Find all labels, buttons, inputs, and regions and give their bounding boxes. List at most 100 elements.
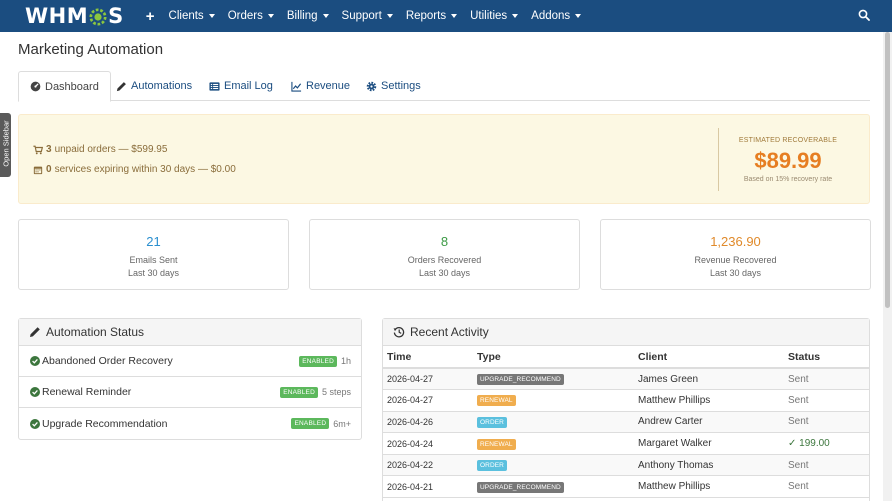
- activity-time: 2026-04-22: [383, 454, 473, 477]
- nav-item-addons[interactable]: Addons: [531, 10, 582, 22]
- add-new-button[interactable]: +: [146, 8, 155, 25]
- stat-period: Last 30 days: [418, 268, 471, 278]
- nav-item-label: Utilities: [470, 10, 508, 22]
- check-circle-icon: [30, 418, 40, 429]
- pencil-icon: [30, 327, 40, 337]
- table-row[interactable]: 2026-04-21 UPGRADE_RECOMMEND Matthew Phi…: [383, 475, 869, 499]
- column-header-time[interactable]: Time: [383, 347, 473, 369]
- logo-text-right: S: [108, 4, 124, 28]
- activity-time: 2026-04-27: [383, 368, 473, 391]
- activity-client: Anthony Thomas: [634, 454, 784, 477]
- automation-timing: 1h: [340, 356, 351, 366]
- column-header-type[interactable]: Type: [473, 347, 634, 369]
- panel-title: Automation Status: [46, 325, 145, 339]
- caret-down-icon: [512, 14, 519, 18]
- recent-activity-table: Time Type Client Status 2026-04-27 UPGRA…: [383, 347, 869, 499]
- module-tabs: Dashboard Automations Email Log Revenue …: [18, 71, 870, 102]
- table-row[interactable]: 2026-04-27 UPGRADE_RECOMMEND James Green…: [383, 368, 869, 391]
- tab-label: Settings: [381, 80, 421, 92]
- gear-icon: [366, 81, 377, 91]
- activity-client: Andrew Carter: [634, 411, 784, 434]
- tab-label: Dashboard: [45, 80, 99, 93]
- tab-automations[interactable]: Automations: [105, 71, 203, 101]
- table-row[interactable]: 2026-04-22 ORDER Anthony Thomas Sent: [383, 454, 869, 477]
- stat-value: 1,236.90: [710, 234, 761, 249]
- table-row[interactable]: 2026-04-26 ORDER Andrew Carter Sent: [383, 411, 869, 434]
- caret-down-icon: [575, 14, 582, 18]
- automation-timing: 6m+: [333, 418, 351, 429]
- activity-client: Matthew Phillips: [634, 475, 784, 499]
- automation-meta: ENABLED 6m+: [291, 418, 351, 429]
- stat-label: Revenue Recovered: [694, 255, 777, 265]
- stat-revenue-recovered: 1,236.90 Revenue Recovered Last 30 days: [600, 219, 871, 290]
- open-sidebar-tab[interactable]: Open Sidebar: [0, 113, 11, 177]
- activity-status: Sent: [784, 475, 869, 499]
- nav-item-orders[interactable]: Orders: [228, 10, 274, 22]
- tab-label: Automations: [131, 80, 193, 92]
- activity-time: 2026-04-21: [383, 475, 473, 499]
- automation-row-abandoned-order[interactable]: Abandoned Order Recovery ENABLED 1h: [19, 346, 362, 377]
- list-icon: [209, 81, 220, 91]
- activity-client: Matthew Phillips: [634, 389, 784, 412]
- nav-item-clients[interactable]: Clients: [169, 10, 215, 22]
- enabled-badge: ENABLED: [280, 386, 318, 398]
- table-header-row: Time Type Client Status: [383, 347, 869, 369]
- tab-revenue[interactable]: Revenue: [280, 71, 361, 101]
- column-header-client[interactable]: Client: [634, 347, 784, 369]
- nav-item-label: Addons: [531, 10, 571, 22]
- line-chart-icon: [291, 81, 302, 92]
- expiring-count: 0: [46, 164, 52, 175]
- search-icon[interactable]: [858, 9, 870, 21]
- nav-item-utilities[interactable]: Utilities: [470, 10, 519, 22]
- panel-header: Automation Status: [19, 319, 361, 346]
- automation-timing: 5 steps: [321, 387, 351, 397]
- logo-gear-icon: [89, 7, 107, 26]
- table-row[interactable]: 2026-04-27 RENEWAL Matthew Phillips Sent: [383, 389, 869, 412]
- whmcs-logo[interactable]: WHM S: [25, 0, 124, 32]
- activity-time: 2026-04-26: [383, 411, 473, 434]
- estimate-value: $89.99: [754, 148, 822, 173]
- nav-item-reports[interactable]: Reports: [406, 10, 458, 22]
- type-badge: ORDER: [477, 416, 507, 428]
- automation-name: Abandoned Order Recovery: [42, 355, 173, 367]
- automation-row-upgrade-recommendation[interactable]: Upgrade Recommendation ENABLED 6m+: [19, 408, 362, 439]
- tab-settings[interactable]: Settings: [355, 71, 432, 101]
- caret-down-icon: [322, 14, 329, 18]
- scrollbar-thumb[interactable]: [885, 32, 890, 308]
- tab-label: Revenue: [306, 80, 351, 92]
- column-header-status[interactable]: Status: [784, 347, 869, 369]
- caret-down-icon: [208, 14, 215, 18]
- estimated-recoverable: ESTIMATED RECOVERABLE $89.99 Based on 15…: [718, 128, 857, 191]
- activity-client: Margaret Walker: [634, 432, 784, 455]
- activity-client: James Green: [634, 368, 784, 391]
- vertical-scrollbar[interactable]: [883, 32, 892, 501]
- panel-header: Recent Activity: [383, 319, 869, 346]
- automation-name: Upgrade Recommendation: [42, 417, 168, 430]
- tab-label: Email Log: [224, 80, 273, 92]
- stat-label: Orders Recovered: [407, 255, 482, 265]
- nav-item-support[interactable]: Support: [342, 10, 393, 22]
- activity-status: Sent: [784, 411, 869, 434]
- check-circle-icon: [30, 356, 40, 366]
- activity-time: 2026-04-24: [383, 432, 473, 455]
- type-badge: UPGRADE_RECOMMEND: [477, 374, 564, 386]
- tab-email-log[interactable]: Email Log: [198, 71, 284, 101]
- tab-dashboard[interactable]: Dashboard: [18, 71, 111, 102]
- unpaid-count: 3: [46, 144, 52, 155]
- enabled-badge: ENABLED: [291, 418, 330, 429]
- open-sidebar-label: Open Sidebar: [1, 120, 11, 167]
- recovery-alert: 3 unpaid orders — $599.95 0 services exp…: [18, 114, 870, 204]
- panel-title: Recent Activity: [410, 325, 489, 339]
- activity-status: Sent: [784, 389, 869, 412]
- table-row[interactable]: 2026-04-24 RENEWAL Margaret Walker ✓ 199…: [383, 432, 869, 455]
- activity-status: Sent: [784, 454, 869, 477]
- stat-value: 21: [146, 234, 161, 249]
- automation-row-renewal-reminder[interactable]: Renewal Reminder ENABLED 5 steps: [19, 377, 362, 408]
- nav-item-label: Support: [341, 10, 382, 22]
- enabled-badge: ENABLED: [299, 355, 337, 367]
- top-navbar: WHM S + Clients Orders Billing Support R…: [0, 0, 892, 32]
- stat-orders-recovered: 8 Orders Recovered Last 30 days: [309, 219, 580, 290]
- activity-type: RENEWAL: [473, 432, 634, 455]
- nav-item-billing[interactable]: Billing: [287, 10, 329, 22]
- automation-status-panel: Automation Status Abandoned Order Recove…: [18, 318, 362, 440]
